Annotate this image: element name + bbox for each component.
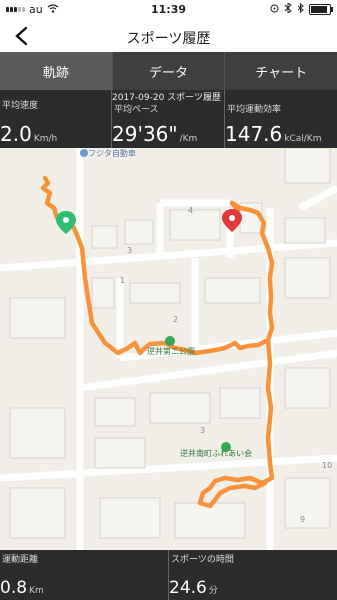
- stat-duration: スポーツの時間 24.6 分: [168, 550, 337, 600]
- map-label-block-4: 4: [188, 206, 194, 215]
- map-label-fujita: フジタ自動車: [88, 149, 136, 158]
- avg-pace-unit: /Km: [179, 134, 198, 144]
- duration-label: スポーツの時間: [171, 555, 234, 565]
- status-bar: au 11:39: [0, 0, 337, 20]
- map-label-block-2: 2: [173, 315, 179, 324]
- battery-icon: [309, 4, 333, 15]
- distance-number: 0.8: [0, 578, 28, 598]
- map-label-park1: 逆井第二公園: [147, 347, 195, 356]
- avg-speed-value: 2.0 Km/h: [0, 122, 57, 146]
- nav-bar: スポーツ履歴: [0, 20, 337, 52]
- map-label-block-10: 10: [322, 461, 333, 470]
- end-pin-icon[interactable]: [222, 209, 242, 232]
- avg-speed-label: 平均速度: [2, 101, 39, 111]
- stat-distance: 運動距離 0.8 Km: [0, 550, 160, 600]
- duration-unit: 分: [208, 586, 218, 596]
- stat-avg-pace: 平均ペース 29'36"/Km: [111, 90, 224, 148]
- bluetooth-icon: [297, 2, 304, 16]
- avg-efficiency-label: 平均運動効率: [227, 105, 282, 115]
- avg-efficiency-unit: kCal/Km: [284, 134, 322, 144]
- park-icon: [165, 336, 175, 346]
- distance-label: 運動距離: [2, 555, 39, 565]
- tab-data[interactable]: データ: [113, 52, 226, 90]
- avg-pace-value: 29'36"/Km: [112, 122, 197, 146]
- distance-value: 0.8 Km: [0, 578, 44, 598]
- map-label-block-1: 1: [120, 276, 126, 285]
- stat-avg-efficiency: 平均運動効率 147.6 kCal/Km: [224, 90, 337, 148]
- place-icon: [80, 149, 88, 157]
- avg-efficiency-value: 147.6 kCal/Km: [225, 122, 321, 146]
- map-label-block-9: 9: [300, 515, 306, 524]
- avg-efficiency-number: 147.6: [225, 122, 283, 146]
- duration-number: 24.6: [169, 578, 207, 598]
- map-label-block-3a: 3: [127, 246, 133, 255]
- distance-unit: Km: [29, 586, 44, 596]
- avg-speed-unit: Km/h: [33, 134, 58, 144]
- avg-speed-number: 2.0: [0, 122, 32, 146]
- map-label-block-3b: 3: [200, 426, 206, 435]
- stat-avg-speed: 平均速度 2.0 Km/h: [0, 90, 110, 148]
- avg-pace-number: 29'36": [112, 122, 178, 146]
- page-title: スポーツ履歴: [126, 31, 211, 47]
- route-map[interactable]: フジタ自動車 逆井第二公園 逆井南町ふれあい会 3 4 1 2 3 10 9: [0, 148, 337, 550]
- tab-bar: 軌跡 データ チャート: [0, 52, 337, 90]
- tab-chart[interactable]: チャート: [225, 52, 337, 90]
- bottom-stats-panel: 運動距離 0.8 Km スポーツの時間 24.6 分: [0, 550, 337, 600]
- location-icon: [270, 3, 279, 16]
- status-right: [270, 2, 333, 16]
- alarm-icon: [284, 2, 292, 16]
- duration-value: 24.6 分: [169, 578, 218, 598]
- avg-pace-label: 平均ペース: [114, 105, 159, 115]
- map-label-park2: 逆井南町ふれあい会: [180, 449, 252, 458]
- tab-track[interactable]: 軌跡: [0, 52, 113, 90]
- stats-panel: 2017-09-20 スポーツ履歴 平均速度 2.0 Km/h 平均ペース 29'…: [0, 90, 337, 148]
